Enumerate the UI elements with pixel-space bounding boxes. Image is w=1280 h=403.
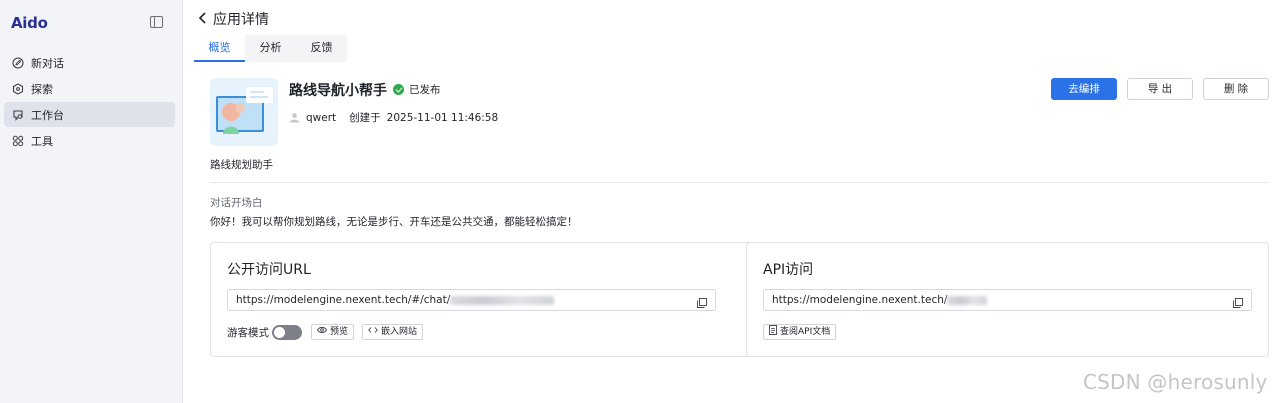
check-circle-icon [393,84,404,95]
copy-icon[interactable] [697,295,707,308]
sidebar-item-workspace[interactable]: 工作台 [4,102,175,127]
sidebar: Aido 新对话 探索 工作台 工具 [0,0,183,403]
sidebar-item-label: 工作台 [31,108,64,122]
app-logo[interactable]: Aido [11,14,48,32]
preview-button[interactable]: 预览 [311,324,355,340]
toggle-knob [274,326,285,338]
status-badge: 已发布 [393,82,441,97]
api-docs-button[interactable]: 查阅API文档 [763,324,837,340]
opening-title: 对话开场白 [210,197,263,209]
eye-icon [316,325,328,339]
back-arrow-icon[interactable] [196,10,210,26]
workspace-icon [12,109,24,121]
guest-mode-toggle[interactable] [272,324,302,340]
sidebar-item-new-chat[interactable]: 新对话 [4,50,175,75]
tab-analysis[interactable]: 分析 [245,35,296,62]
public-url-text: https://modelengine.nexent.tech/#/chat/ [236,294,451,306]
redacted-token [450,295,555,305]
created-time: 2025-11-01 11:46:58 [386,111,499,124]
sidebar-item-label: 工具 [31,134,53,148]
guest-mode-label: 游客模式 [227,326,269,339]
app-description: 路线规划助手 [210,159,273,171]
app-name: 路线导航小帮手 [289,83,387,99]
sidebar-nav: 新对话 探索 工作台 工具 [4,50,175,154]
api-docs-label: 查阅API文档 [780,327,831,337]
api-options-row: 查阅API文档 [763,324,844,340]
sidebar-item-label: 探索 [31,82,53,96]
compass-icon [12,82,24,95]
card-title: API访问 [763,262,814,278]
tab-feedback[interactable]: 反馈 [296,35,347,62]
code-icon [368,325,378,339]
watermark-text: CSDN @herosunly [1083,370,1268,394]
public-url-card: 公开访问URL https://modelengine.nexent.tech/… [210,242,761,357]
embed-site-button[interactable]: 嵌入网站 [362,324,424,340]
card-title: 公开访问URL [227,262,311,278]
sidebar-item-label: 新对话 [31,56,64,70]
embed-site-label: 嵌入网站 [381,327,418,337]
user-avatar-icon [289,112,300,123]
page-title: 应用详情 [213,12,269,28]
sidebar-collapse-icon[interactable] [150,16,163,28]
preview-label: 预览 [330,327,349,337]
export-button[interactable]: 导 出 [1127,78,1193,100]
apps-grid-icon [12,135,24,147]
api-url-field[interactable]: https://modelengine.nexent.tech/ [763,289,1252,311]
edit-button[interactable]: 去编排 [1051,78,1117,100]
sidebar-item-explore[interactable]: 探索 [4,76,175,101]
delete-button[interactable]: 删 除 [1203,78,1269,100]
app-meta: qwert 创建于 2025-11-01 11:46:58 [289,110,498,125]
redacted-token [947,295,988,305]
divider [210,182,1269,183]
public-url-field[interactable]: https://modelengine.nexent.tech/#/chat/ [227,289,716,311]
created-label: 创建于 [349,112,381,124]
tab-bar: 概览 分析 反馈 [194,35,347,62]
document-icon [769,324,777,340]
tab-overview[interactable]: 概览 [194,35,245,62]
api-access-card: API访问 https://modelengine.nexent.tech/ 查… [746,242,1269,357]
url-options-row: 游客模式 预览 嵌入网站 [227,324,431,340]
copy-icon[interactable] [1233,295,1243,308]
app-thumbnail [210,78,278,146]
api-url-text: https://modelengine.nexent.tech/ [772,294,948,306]
author-name: qwert [306,111,337,124]
status-text: 已发布 [409,84,441,96]
sidebar-item-tools[interactable]: 工具 [4,128,175,153]
opening-text: 你好！我可以帮你规划路线，无论是步行、开车还是公共交通，都能轻松搞定！ [210,216,578,228]
edit-icon [12,56,24,69]
